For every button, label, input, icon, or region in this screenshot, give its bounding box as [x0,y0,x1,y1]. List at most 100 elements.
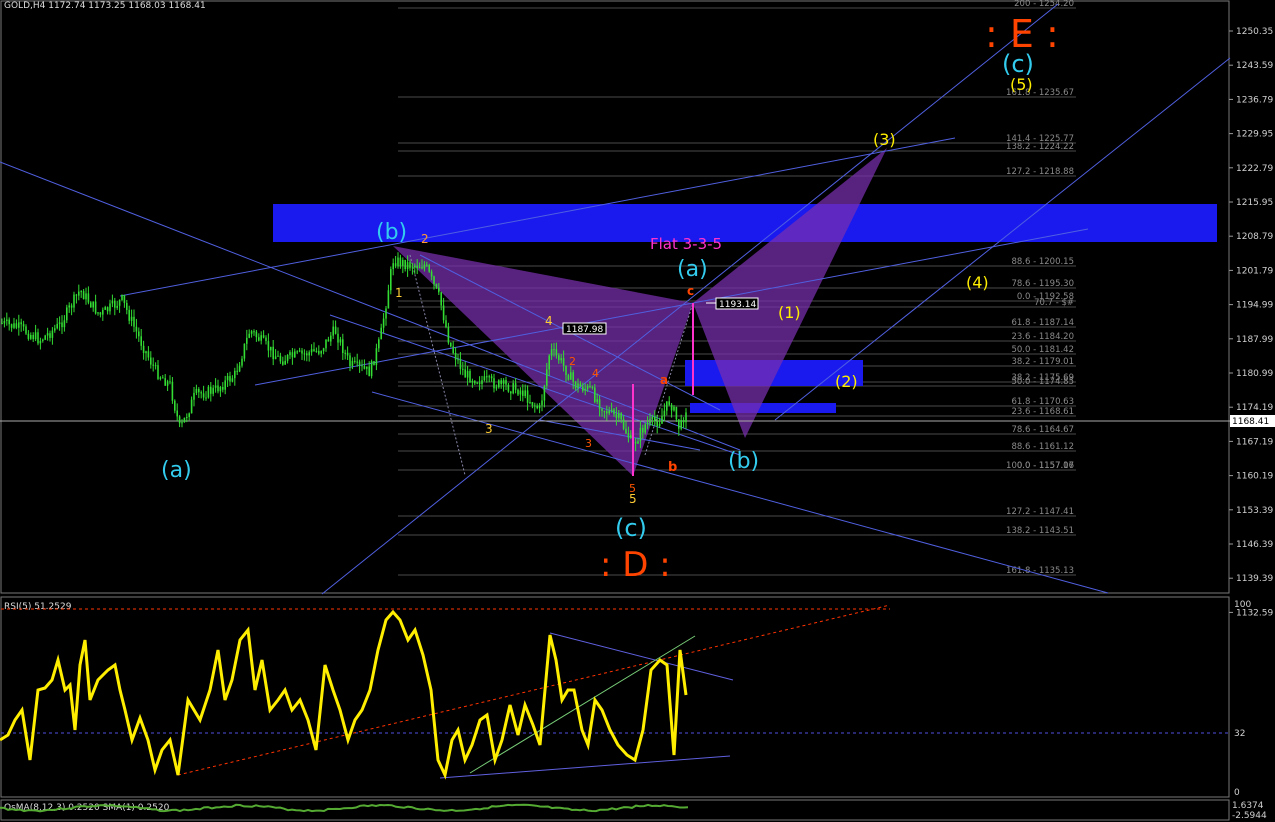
candle-body [56,323,58,329]
candle-body [260,335,262,341]
candle-body [39,340,42,344]
candle-body [514,383,517,390]
candle-body [452,346,454,353]
candle-body [44,335,46,340]
candle-body [642,427,644,433]
candle-body [373,361,375,366]
rsi-label: RSI(5) 51.2529 [4,602,72,612]
candle-body [13,323,15,328]
candle-body [282,361,284,365]
candle-body [106,307,109,312]
candle-body [339,339,342,343]
fib-label: 50.0 - 1181.42 [1011,345,1074,355]
candle-body [226,376,229,381]
candle-body [555,349,558,356]
candle-body [8,319,10,325]
candle-body [272,346,274,360]
candle-body [603,411,606,412]
price-axis-label: 1194.99 [1236,301,1273,311]
supply-zone-top [273,204,1217,242]
osma-axis-top: 1.6374 [1232,801,1264,811]
price-axis-label: 1215.95 [1236,198,1273,208]
candle-body [193,392,195,400]
fib-label: 61.8 - 1170.63 [1011,397,1074,407]
candle-body [370,361,373,377]
candle-body [325,339,327,349]
candle-body [414,265,416,268]
candle-body [205,397,207,399]
candle-body [380,327,382,340]
rsi-axis-32: 32 [1234,729,1245,739]
candle-body [584,388,586,391]
candle-body [474,380,476,384]
candle-body [550,349,553,356]
candle-body [529,402,531,404]
candle-body [114,300,116,308]
candle-body [63,320,66,328]
candle-body [512,383,514,394]
fib-label: 23.6 - 1168.61 [1011,407,1074,417]
price-axis-label: 1187.99 [1236,335,1273,345]
candle-body [308,352,310,356]
fib-label: 23.6 - 1184.20 [1011,332,1074,342]
candle-body [639,427,642,442]
candle-body [94,301,97,314]
fib-label: 127.2 - 1147.41 [1006,507,1074,517]
wave-2-yellow-label: (2) [835,372,858,391]
candle-body [670,404,673,411]
candle-body [238,365,241,372]
candle-body [171,381,174,401]
candle-body [207,386,210,398]
candle-body [286,355,289,361]
candle-body [675,406,678,420]
candle-body [320,351,322,354]
candle-body [438,287,440,293]
candle-body [318,350,320,354]
fib-label: 88.6 - 1161.12 [1011,442,1074,452]
candle-body [150,357,152,365]
candle-body [3,321,6,324]
price-axis-label: 1236.79 [1236,95,1273,105]
candle-body [248,333,250,338]
candle-body [668,401,670,405]
candle-body [392,263,394,270]
wave-4-orange-label: 4 [592,367,599,380]
wave-small-c-label: c [687,284,694,298]
candle-body [80,291,82,293]
candle-body [358,361,361,366]
candle-body [654,416,656,422]
candle-body [524,390,526,396]
candle-body [522,390,524,396]
price-axis-label: 1208.79 [1236,232,1273,242]
candle-body [608,411,610,414]
candle-body [656,421,658,427]
candle-body [174,400,176,411]
price-axis-label: 1222.79 [1236,164,1273,174]
candle-body [222,387,224,390]
candle-body [406,262,409,269]
candle-body [270,346,272,351]
candle-body [58,322,61,324]
candle-body [618,413,620,418]
candle-body [186,417,188,418]
wave-c-mid-label: (c) [615,514,647,542]
price-axis-label: 1243.59 [1236,61,1273,71]
candle-body [327,339,330,342]
candle-body [250,331,253,334]
candle-body [394,263,397,267]
wave-3-yellow-small: 3 [485,422,493,436]
trading-chart[interactable]: GOLD,H4 1172.74 1173.25 1168.03 1168.41 … [0,0,1275,822]
candle-body [601,408,603,411]
fib-label: 78.6 - 1164.67 [1011,425,1074,435]
candle-body [164,378,166,386]
candle-body [596,399,598,402]
candle-body [536,405,538,409]
wave-1-top-label: 1 [395,286,403,300]
candle-body [490,376,493,379]
candle-body [294,351,296,358]
wave-a-big-label: (a) [161,458,192,483]
candle-body [126,303,128,310]
candle-body [507,384,510,392]
candle-body [154,365,157,367]
candle-body [42,339,44,341]
